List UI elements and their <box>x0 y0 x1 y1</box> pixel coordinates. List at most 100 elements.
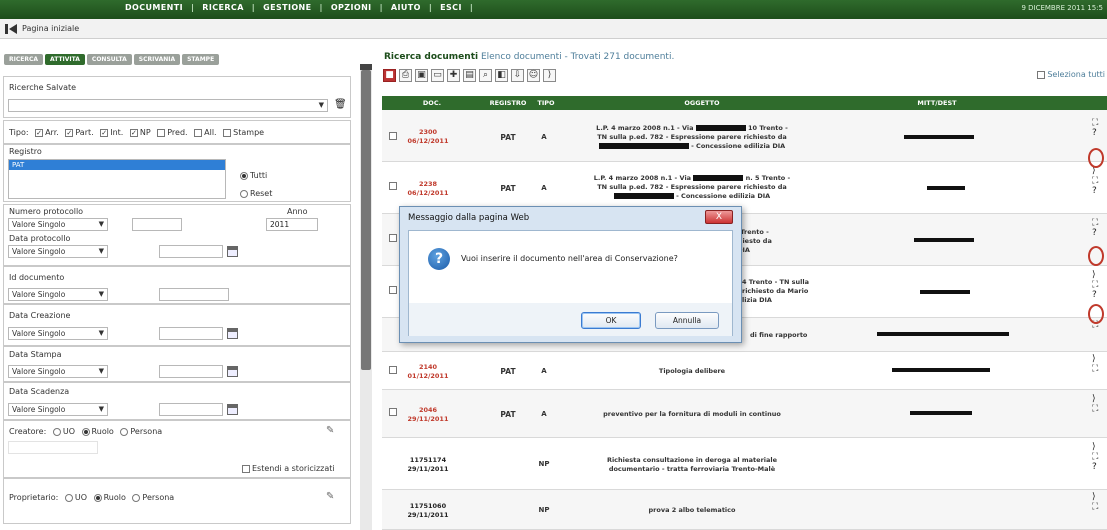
users-icon[interactable]: ☺ <box>527 68 540 82</box>
view-icon[interactable]: ⛶ <box>1092 364 1107 374</box>
id-documento-input[interactable] <box>159 288 229 301</box>
calendar-icon[interactable] <box>227 404 238 415</box>
pdf-icon[interactable]: ◧ <box>495 68 508 82</box>
estendi-storicizzati-checkbox[interactable] <box>242 464 250 473</box>
folder-icon[interactable]: ▭ <box>431 68 444 82</box>
conservation-icon[interactable]: ⟩ <box>1092 354 1107 364</box>
tab-consulta[interactable]: CONSULTA <box>86 54 132 65</box>
saved-searches-select[interactable]: ▼ <box>8 99 328 112</box>
data-stampa-input[interactable] <box>159 365 223 378</box>
conservation-icon[interactable]: ⟩ <box>1092 394 1107 404</box>
calendar-icon[interactable] <box>227 366 238 377</box>
info-icon[interactable]: ? <box>1092 128 1107 138</box>
view-icon[interactable]: ⛶ <box>1092 118 1107 128</box>
view-icon[interactable]: ⛶ <box>1092 218 1107 228</box>
menu-opzioni[interactable]: OPZIONI <box>331 3 372 12</box>
table-row[interactable]: 2300 06/12/2011 PAT A L.P. 4 marzo 2008 n… <box>382 110 1107 162</box>
row-checkbox[interactable] <box>389 366 397 374</box>
col-mitt-dest[interactable]: MITT/DEST <box>902 99 972 107</box>
proprietario-persona-radio[interactable] <box>132 493 141 502</box>
data-scadenza-input[interactable] <box>159 403 223 416</box>
dialog-close-button[interactable]: X <box>705 210 733 224</box>
view-icon[interactable]: ⛶ <box>1092 502 1107 512</box>
menu-gestione[interactable]: GESTIONE <box>263 3 311 12</box>
row-checkbox[interactable] <box>389 234 397 242</box>
view-icon[interactable]: ⛶ <box>1092 280 1107 290</box>
table-row[interactable]: 2140 01/12/2011 PAT A Tipologia delibere … <box>382 352 1107 390</box>
col-registro[interactable]: REGISTRO <box>478 99 538 107</box>
annulla-button[interactable]: Annulla <box>655 312 719 329</box>
col-doc[interactable]: DOC. <box>402 99 462 107</box>
save-icon[interactable]: ▣ <box>415 68 428 82</box>
eraser-icon[interactable]: ✎ <box>326 425 334 436</box>
table-row[interactable]: 2046 29/11/2011 PAT A preventivo per la f… <box>382 390 1107 438</box>
menu-aiuto[interactable]: AIUTO <box>391 3 421 12</box>
col-oggetto[interactable]: OGGETTO <box>682 99 722 107</box>
stop-icon[interactable]: ■ <box>383 68 396 82</box>
export-icon[interactable]: ⇩ <box>511 68 524 82</box>
conservation-icon[interactable]: ⟩ <box>543 68 556 82</box>
tab-attivita[interactable]: ATTIVITA <box>45 54 85 65</box>
proprietario-uo-radio[interactable] <box>64 493 73 502</box>
data-stampa-mode-select[interactable]: Valore Singolo ▼ <box>8 365 108 378</box>
creatore-code-input[interactable] <box>8 441 98 454</box>
data-protocollo-input[interactable] <box>159 245 223 258</box>
data-creazione-input[interactable] <box>159 327 223 340</box>
tipo-arr-checkbox[interactable]: ✓ <box>35 128 44 137</box>
registro-tutti-radio[interactable] <box>240 171 248 180</box>
info-icon[interactable]: ? <box>1092 228 1107 238</box>
numero-protocollo-mode-select[interactable]: Valore Singolo ▼ <box>8 218 108 231</box>
registro-listbox[interactable]: PAT <box>8 159 226 199</box>
conservation-icon[interactable]: ⟩ <box>1092 442 1107 452</box>
delete-icon[interactable]: 🗑 <box>334 99 347 110</box>
conservation-icon[interactable]: ⟩ <box>1092 492 1107 502</box>
home-link[interactable]: Pagina iniziale <box>22 24 79 33</box>
info-icon[interactable]: ? <box>1092 290 1107 300</box>
home-back-icon[interactable] <box>5 24 19 34</box>
row-checkbox[interactable] <box>389 286 397 294</box>
menu-documenti[interactable]: DOCUMENTI <box>125 3 183 12</box>
tipo-stampe-checkbox[interactable] <box>223 128 232 137</box>
col-tipo[interactable]: TIPO <box>534 99 558 107</box>
view-icon[interactable]: ⛶ <box>1092 176 1107 186</box>
anno-input[interactable]: 2011 <box>266 218 318 231</box>
scrollbar-thumb[interactable] <box>361 70 371 370</box>
tipo-int-checkbox[interactable]: ✓ <box>100 128 109 137</box>
numero-protocollo-input[interactable] <box>132 218 182 231</box>
document-icon[interactable]: ▤ <box>463 68 476 82</box>
eraser-icon[interactable]: ✎ <box>326 491 334 502</box>
menu-esci[interactable]: ESCI <box>440 3 462 12</box>
tab-ricerca[interactable]: RICERCA <box>4 54 44 65</box>
table-row[interactable]: 11751174 29/11/2011 NP Richiesta consulta… <box>382 438 1107 490</box>
menu-ricerca[interactable]: RICERCA <box>202 3 244 12</box>
doc-link[interactable]: 2046 29/11/2011 <box>398 406 458 424</box>
creatore-persona-radio[interactable] <box>120 427 129 436</box>
doc-link[interactable]: 2140 01/12/2011 <box>398 363 458 381</box>
tipo-pred-checkbox[interactable] <box>157 128 166 137</box>
select-all[interactable]: Seleziona tutti <box>1033 70 1105 79</box>
doc-link[interactable]: 2238 06/12/2011 <box>398 180 458 198</box>
zoom-icon[interactable]: ⌕ <box>479 68 492 82</box>
info-icon[interactable]: ? <box>1092 186 1107 196</box>
row-checkbox[interactable] <box>389 408 397 416</box>
tipo-np-checkbox[interactable]: ✓ <box>129 128 138 137</box>
view-icon[interactable]: ⛶ <box>1092 404 1107 414</box>
proprietario-ruolo-radio[interactable] <box>93 493 102 502</box>
tipo-part-checkbox[interactable]: ✓ <box>65 128 74 137</box>
doc-link[interactable]: 11751174 29/11/2011 <box>398 456 458 474</box>
tab-scrivania[interactable]: SCRIVANIA <box>133 54 181 65</box>
creatore-uo-radio[interactable] <box>52 427 61 436</box>
data-protocollo-mode-select[interactable]: Valore Singolo ▼ <box>8 245 108 258</box>
calendar-icon[interactable] <box>227 328 238 339</box>
info-icon[interactable]: ? <box>1092 462 1107 472</box>
tab-stampe[interactable]: STAMPE <box>182 54 220 65</box>
folder-add-icon[interactable]: ✚ <box>447 68 460 82</box>
dialog-titlebar[interactable]: Messaggio dalla pagina Web X <box>400 207 741 229</box>
creatore-ruolo-radio[interactable] <box>81 427 90 436</box>
doc-link[interactable]: 2300 06/12/2011 <box>398 128 458 146</box>
conservation-icon[interactable]: ⟩ <box>1092 270 1107 280</box>
tipo-all-checkbox[interactable] <box>194 128 203 137</box>
ok-button[interactable]: OK <box>581 312 641 329</box>
data-creazione-mode-select[interactable]: Valore Singolo ▼ <box>8 327 108 340</box>
select-all-checkbox[interactable] <box>1037 70 1046 79</box>
